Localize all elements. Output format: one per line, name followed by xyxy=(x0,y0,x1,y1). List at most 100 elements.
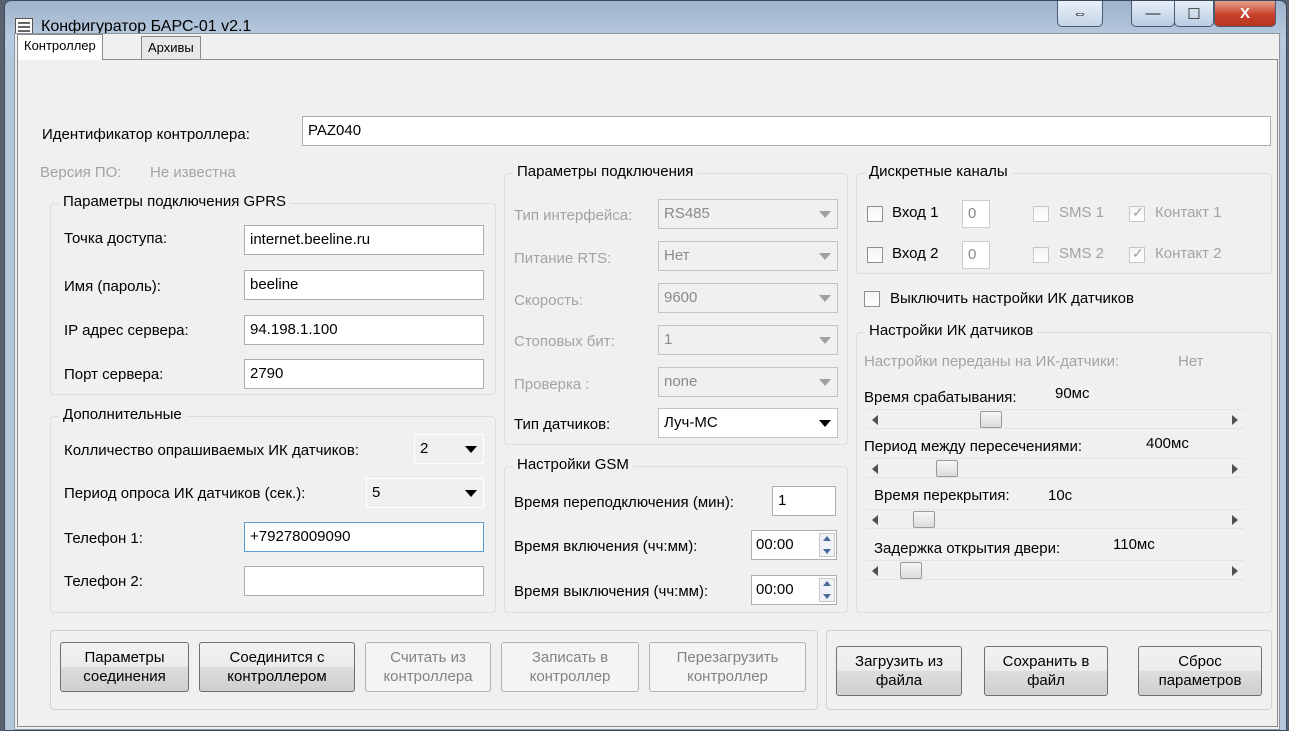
chevron-down-icon xyxy=(819,253,831,260)
sensor-type-select[interactable]: Луч-МС xyxy=(658,408,838,438)
ir-settings-group-title: Настройки ИК датчиков xyxy=(865,322,1038,339)
gprs-group-title: Параметры подключения GPRS xyxy=(59,193,291,210)
slider-thumb[interactable] xyxy=(979,411,1002,428)
restore-size-button[interactable]: ⇔ xyxy=(1057,1,1103,27)
firmware-value: Не известна xyxy=(150,164,236,181)
contact2-label: Контакт 2 xyxy=(1155,245,1222,262)
contact1-checkbox[interactable] xyxy=(1129,204,1145,222)
discrete-group-title: Дискретные каналы xyxy=(865,163,1012,180)
spin-arrows-icon[interactable] xyxy=(819,533,835,557)
close-icon: X xyxy=(1239,5,1250,22)
door-delay-label: Задержка открытия двери: xyxy=(874,540,1061,557)
spin-arrows-icon[interactable] xyxy=(819,578,835,602)
scroll-right-icon[interactable] xyxy=(1232,566,1238,576)
on-time-spinner[interactable]: 00:00 xyxy=(751,530,837,560)
stopbits-select[interactable]: 1 xyxy=(658,325,838,355)
iface-label: Тип интерфейса: xyxy=(514,207,633,224)
firmware-label: Версия ПО: xyxy=(40,164,122,181)
ir-transferred-value: Нет xyxy=(1178,353,1204,370)
parity-select[interactable]: none xyxy=(658,367,838,397)
chevron-down-icon xyxy=(465,446,477,453)
connect-controller-button[interactable]: Соединится с контроллером xyxy=(199,642,355,692)
overlap-time-label: Время перекрытия: xyxy=(874,487,1010,504)
crossing-period-slider[interactable] xyxy=(866,458,1244,478)
ir-disable-checkbox[interactable] xyxy=(864,291,880,307)
slider-thumb[interactable] xyxy=(936,460,959,477)
overlap-time-slider[interactable] xyxy=(866,509,1244,529)
scroll-left-icon[interactable] xyxy=(872,566,878,576)
minimize-icon: — xyxy=(1145,5,1161,22)
reboot-controller-button[interactable]: Перезагрузить контроллер xyxy=(649,642,806,692)
trigger-time-slider[interactable] xyxy=(866,409,1244,429)
controller-id-input[interactable]: PAZ040 xyxy=(302,116,1271,146)
scroll-left-icon[interactable] xyxy=(872,464,878,474)
sensor-count-select[interactable]: 2 xyxy=(414,434,484,464)
phone2-input[interactable] xyxy=(244,566,484,596)
input2-counter[interactable]: 0 xyxy=(962,241,990,269)
user-input[interactable]: beeline xyxy=(244,270,484,300)
speed-select[interactable]: 9600 xyxy=(658,283,838,313)
input1-counter[interactable]: 0 xyxy=(962,200,990,228)
off-time-label: Время выключения (чч:мм): xyxy=(514,583,709,600)
server-ip-input[interactable]: 94.198.1.100 xyxy=(244,315,484,345)
ir-disable-label: Выключить настройки ИК датчиков xyxy=(890,290,1134,307)
server-ip-label: IP адрес сервера: xyxy=(64,322,189,339)
user-label: Имя (пароль): xyxy=(64,278,161,295)
sensor-type-label: Тип датчиков: xyxy=(514,416,611,433)
sms1-checkbox[interactable] xyxy=(1033,206,1049,222)
phone1-label: Телефон 1: xyxy=(64,530,143,547)
rts-select[interactable]: Нет xyxy=(658,241,838,271)
sms2-label: SMS 2 xyxy=(1059,245,1105,262)
reconnect-label: Время переподключения (мин): xyxy=(514,494,734,511)
sms1-label: SMS 1 xyxy=(1059,204,1105,221)
save-to-file-button[interactable]: Сохранить в файл xyxy=(984,646,1108,696)
slider-thumb[interactable] xyxy=(913,511,936,528)
phone2-label: Телефон 2: xyxy=(64,573,143,590)
minimize-button[interactable]: — xyxy=(1131,1,1175,27)
apn-input[interactable]: internet.beeline.ru xyxy=(244,225,484,255)
off-time-spinner[interactable]: 00:00 xyxy=(751,575,837,605)
trigger-time-value: 90мс xyxy=(1055,385,1090,402)
tab-controller[interactable]: Контроллер xyxy=(17,34,103,60)
controller-tab-page: Идентификатор контроллера: PAZ040 Версия… xyxy=(17,59,1278,727)
scroll-left-icon[interactable] xyxy=(872,515,878,525)
server-port-input[interactable]: 2790 xyxy=(244,359,484,389)
contact2-checkbox[interactable] xyxy=(1129,245,1145,263)
connection-params-button[interactable]: Параметры соединения xyxy=(60,642,189,692)
reset-params-button[interactable]: Сброс параметров xyxy=(1138,646,1262,696)
scroll-right-icon[interactable] xyxy=(1232,415,1238,425)
stopbits-label: Стоповых бит: xyxy=(514,333,615,350)
input1-label: Вход 1 xyxy=(892,204,939,221)
poll-period-select[interactable]: 5 xyxy=(366,478,484,508)
write-controller-button[interactable]: Записать в контроллер xyxy=(501,642,639,692)
scroll-left-icon[interactable] xyxy=(872,415,878,425)
sensor-count-label: Колличество опрашиваемых ИК датчиков: xyxy=(64,442,360,459)
contact1-label: Контакт 1 xyxy=(1155,204,1222,221)
input2-checkbox[interactable] xyxy=(867,247,883,263)
read-controller-button[interactable]: Считать из контроллера xyxy=(365,642,491,692)
crossing-period-value: 400мс xyxy=(1146,435,1189,452)
client-area: Контроллер Архивы Идентификатор контролл… xyxy=(14,33,1280,730)
phone1-input[interactable]: +79278009090 xyxy=(244,522,484,552)
crossing-period-label: Период между пересечениями: xyxy=(864,438,1083,455)
iface-select[interactable]: RS485 xyxy=(658,199,838,229)
close-button[interactable]: X xyxy=(1214,1,1276,27)
sms2-checkbox[interactable] xyxy=(1033,247,1049,263)
chevron-down-icon xyxy=(819,420,831,427)
load-from-file-button[interactable]: Загрузить из файла xyxy=(836,646,962,696)
maximize-icon: ☐ xyxy=(1187,5,1201,23)
chevron-down-icon xyxy=(819,211,831,218)
overlap-time-value: 10с xyxy=(1048,487,1073,504)
parity-label: Проверка : xyxy=(514,376,590,393)
controller-id-label: Идентификатор контроллера: xyxy=(42,126,250,143)
maximize-button[interactable]: ☐ xyxy=(1174,1,1214,27)
reconnect-input[interactable]: 1 xyxy=(772,486,836,516)
scroll-right-icon[interactable] xyxy=(1232,464,1238,474)
connection-group-title: Параметры подключения xyxy=(513,163,698,180)
scroll-right-icon[interactable] xyxy=(1232,515,1238,525)
rts-label: Питание RTS: xyxy=(514,250,612,267)
tab-archives[interactable]: Архивы xyxy=(141,36,201,60)
input1-checkbox[interactable] xyxy=(867,206,883,222)
slider-thumb[interactable] xyxy=(899,562,922,579)
door-delay-slider[interactable] xyxy=(866,560,1244,580)
